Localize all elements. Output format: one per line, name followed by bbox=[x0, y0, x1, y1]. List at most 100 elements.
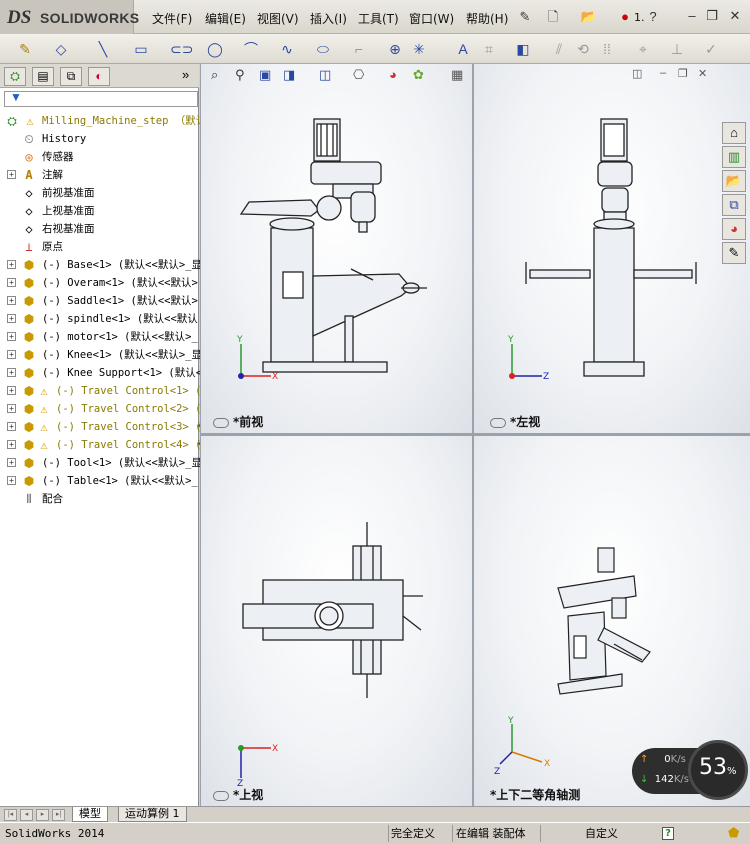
expand-icon[interactable]: + bbox=[7, 332, 16, 341]
viewport-top[interactable]: X Z *上视 bbox=[201, 436, 472, 806]
expand-icon[interactable]: + bbox=[7, 386, 16, 395]
menu-window[interactable]: 窗口(W) bbox=[409, 10, 454, 27]
viewport-left[interactable]: ◫ – ❐ ✕ Y Z *左视 bbox=[474, 64, 750, 433]
status-tag-icon[interactable]: ⬟ bbox=[728, 825, 739, 842]
file-explorer-icon[interactable]: 📂 bbox=[722, 170, 746, 192]
tree-item-label: 上视基准面 bbox=[42, 205, 95, 217]
solidworks-logo[interactable]: DS SOLIDWORKS bbox=[0, 0, 139, 34]
pin-icon[interactable]: ✎ bbox=[516, 8, 534, 26]
expand-icon[interactable]: + bbox=[7, 476, 16, 485]
tree-item-label: (-) Base<1> (默认<<默认>_显 bbox=[42, 259, 202, 271]
network-usage-gauge: 53% bbox=[688, 740, 748, 800]
line-icon[interactable]: ╲ bbox=[94, 40, 112, 58]
tab-first-icon[interactable]: |◂ bbox=[4, 809, 17, 821]
viewport-front[interactable]: ⌕ ⚲ ▣ ◨ ◫ ⎔ ◕ ✿ ▦ Y X *前视 bbox=[201, 64, 472, 433]
arc-icon[interactable]: ⌒ bbox=[242, 40, 260, 58]
view-palette-icon[interactable]: ⧉ bbox=[722, 194, 746, 216]
sketch-icon[interactable]: ✎ bbox=[16, 40, 34, 58]
ellipse-icon[interactable]: ⬭ bbox=[314, 40, 332, 58]
property-manager-tab-icon[interactable]: ▤ bbox=[32, 67, 54, 86]
network-speed-widget[interactable]: ↑ 0K/s ↓ 142K/s 53% bbox=[632, 740, 748, 802]
help-icon[interactable]: ? bbox=[644, 8, 662, 26]
expand-icon[interactable]: + bbox=[7, 278, 16, 287]
part-icon: ⬢ bbox=[23, 474, 35, 488]
rectangle-icon[interactable]: ▭ bbox=[132, 40, 150, 58]
menu-insert[interactable]: 插入(I) bbox=[310, 10, 347, 27]
expand-icon[interactable]: + bbox=[7, 314, 16, 323]
status-divider bbox=[452, 825, 453, 842]
menu-tools[interactable]: 工具(T) bbox=[358, 10, 399, 27]
upload-speed: ↑ 0K/s bbox=[640, 754, 686, 765]
menu-view[interactable]: 视图(V) bbox=[257, 10, 299, 27]
new-document-icon[interactable]: 🗋 bbox=[544, 8, 562, 26]
offset-icon[interactable]: ⫽ bbox=[550, 40, 568, 58]
pattern-icon[interactable]: ⁞⁞ bbox=[598, 40, 616, 58]
menu-help[interactable]: 帮助(H) bbox=[466, 10, 508, 27]
expand-icon[interactable]: + bbox=[7, 458, 16, 467]
plane-icon: ◇ bbox=[25, 222, 33, 236]
svg-text:X: X bbox=[544, 759, 550, 769]
smart-dimension-icon[interactable]: ◇ bbox=[52, 40, 70, 58]
solidworks-resources-icon[interactable]: ⌂ bbox=[722, 122, 746, 144]
link-views-icon[interactable] bbox=[213, 791, 229, 801]
close-icon[interactable]: ✕ bbox=[726, 8, 744, 24]
configuration-manager-tab-icon[interactable]: ⧉ bbox=[60, 67, 82, 86]
mirror-icon[interactable]: ⟲ bbox=[574, 40, 592, 58]
expand-icon[interactable]: + bbox=[7, 404, 16, 413]
download-speed: ↓ 142K/s bbox=[640, 774, 689, 785]
tree-item-label: (-) Travel Control<4> ( bbox=[56, 439, 202, 451]
link-views-icon[interactable] bbox=[213, 418, 229, 428]
expand-icon[interactable]: + bbox=[7, 296, 16, 305]
graphics-area[interactable]: ⌕ ⚲ ▣ ◨ ◫ ⎔ ◕ ✿ ▦ Y X *前视 ◫ – ❐ ✕ Y Z *左… bbox=[200, 64, 750, 806]
tab-last-icon[interactable]: ▸| bbox=[52, 809, 65, 821]
convert-entities-icon[interactable]: ◧ bbox=[514, 40, 532, 58]
slot-icon[interactable]: ⊂⊃ bbox=[170, 40, 193, 58]
design-library-icon[interactable]: ▥ bbox=[722, 146, 746, 168]
repair-sketch-icon[interactable]: ✓ bbox=[702, 40, 720, 58]
tree-root-label: Milling_Machine_step （默认 bbox=[42, 115, 207, 127]
rebuild-traffic-light-icon[interactable]: ● bbox=[616, 8, 634, 26]
expand-icon[interactable]: + bbox=[7, 170, 16, 179]
tree-filter[interactable]: ▼ bbox=[4, 90, 198, 107]
tab-model[interactable]: 模型 bbox=[72, 807, 108, 822]
minimize-icon[interactable]: – bbox=[683, 8, 701, 24]
filter-icon[interactable]: ▼ bbox=[10, 90, 22, 104]
tab-motion-study[interactable]: 运动算例 1 bbox=[118, 807, 187, 822]
text-icon[interactable]: A bbox=[454, 40, 472, 58]
svg-text:Z: Z bbox=[494, 767, 500, 776]
spline-icon[interactable]: ∿ bbox=[278, 40, 296, 58]
tab-next-icon[interactable]: ▸ bbox=[36, 809, 49, 821]
restore-icon[interactable]: ❐ bbox=[703, 8, 721, 24]
feature-manager-tab-icon[interactable]: ⛭ bbox=[4, 67, 26, 86]
expand-icon[interactable]: + bbox=[7, 260, 16, 269]
tree-item-label: (-) Travel Control<1> ( bbox=[56, 385, 202, 397]
display-manager-tab-icon[interactable]: ◐ bbox=[88, 67, 110, 86]
tab-prev-icon[interactable]: ◂ bbox=[20, 809, 33, 821]
expand-icon[interactable]: + bbox=[7, 440, 16, 449]
appearances-icon[interactable]: ◕ bbox=[722, 218, 746, 240]
coordinate-triad: Y X bbox=[236, 335, 278, 382]
link-views-icon[interactable] bbox=[490, 418, 506, 428]
expand-icon[interactable]: + bbox=[7, 422, 16, 431]
fillet-icon[interactable]: ⌐ bbox=[350, 40, 368, 58]
move-entities-icon[interactable]: ⌖ bbox=[634, 40, 652, 58]
menu-edit[interactable]: 编辑(E) bbox=[205, 10, 246, 27]
status-help-button[interactable]: ? bbox=[662, 827, 674, 840]
expand-icon[interactable]: + bbox=[7, 350, 16, 359]
point-icon[interactable]: ⊕ bbox=[386, 40, 404, 58]
tree-item-label: (-) Overam<1> (默认<<默认> bbox=[42, 277, 198, 289]
status-custom-units[interactable]: 自定义 bbox=[585, 825, 618, 842]
expand-icon[interactable]: + bbox=[7, 368, 16, 377]
trim-icon[interactable]: ⌗ bbox=[480, 40, 498, 58]
viewport-label-left: *左视 bbox=[510, 415, 541, 429]
custom-properties-icon[interactable]: ✎ bbox=[722, 242, 746, 264]
relations-icon[interactable]: ⊥ bbox=[668, 40, 686, 58]
menu-file[interactable]: 文件(F) bbox=[152, 10, 192, 27]
svg-text:Y: Y bbox=[507, 335, 514, 345]
open-folder-icon[interactable]: 📂 bbox=[580, 8, 598, 26]
centerline-icon[interactable]: ✳ bbox=[410, 40, 428, 58]
tree-item-label: (-) motor<1> (默认<<默认>_ bbox=[42, 331, 198, 343]
circle-icon[interactable]: ◯ bbox=[206, 40, 224, 58]
head-shape bbox=[310, 161, 382, 185]
panel-expand-icon[interactable]: » bbox=[182, 67, 189, 82]
